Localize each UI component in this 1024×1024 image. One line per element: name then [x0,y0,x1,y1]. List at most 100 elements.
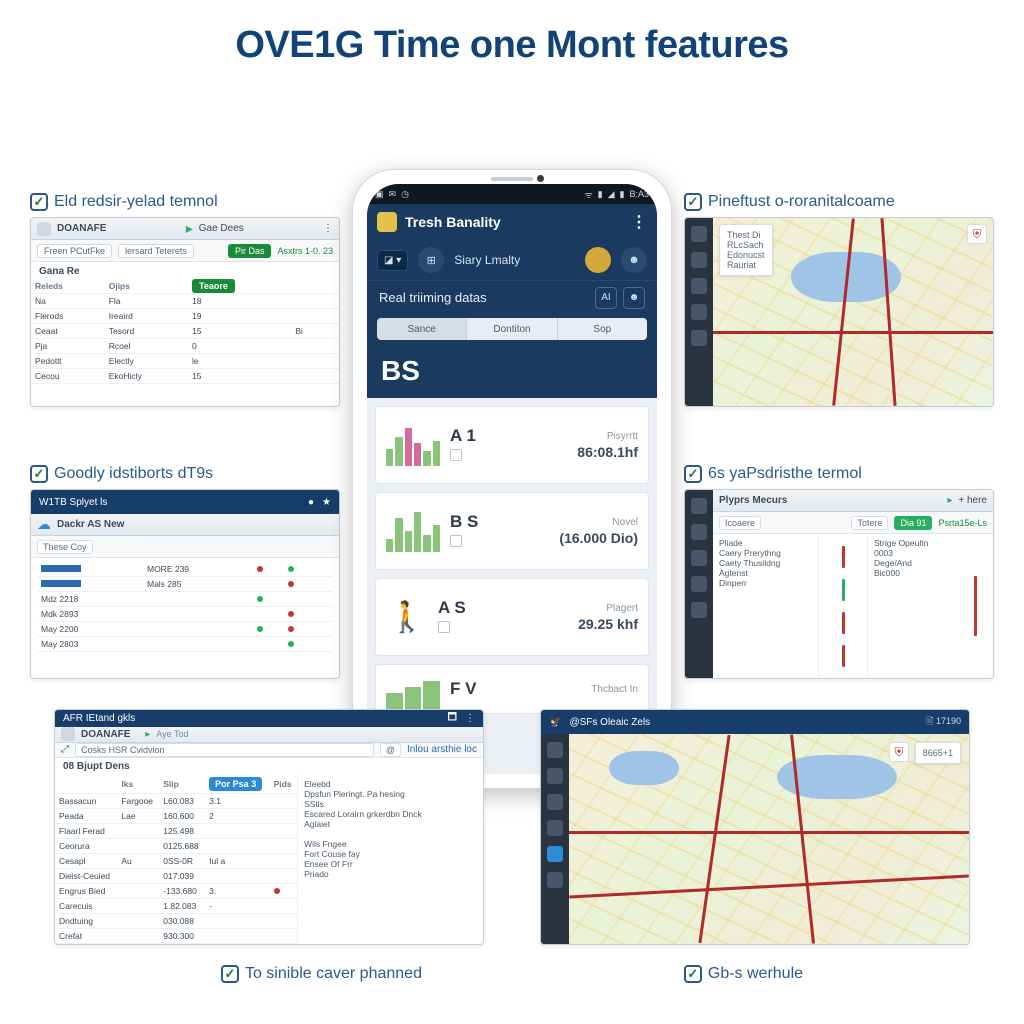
shield-icon[interactable]: ⛨ [889,742,909,762]
dot-icon: ● [308,497,314,508]
metric-card[interactable]: 🚶 A S Plagert29.25 khf [375,578,649,656]
tab[interactable]: Asxtrs 1-0. 23 [277,246,333,256]
caption: 6s yaPsdristhe termol [708,465,862,483]
tab[interactable]: Dia 91 [894,516,932,530]
metric-card[interactable]: B S Novel(16.000 Dio) [375,492,649,570]
tab[interactable]: Pir Das [228,244,272,258]
list-item: Bic000 [874,568,967,578]
label: Psrta15e-Ls [938,518,987,528]
table-row: PeadaLae160.6002 [55,809,297,824]
metric-card[interactable]: A 1 Pisyrrtt86:08.1hf [375,406,649,484]
kebab-icon[interactable]: ⋮ [323,223,333,234]
play-icon[interactable]: ▸ [145,729,150,740]
brand-sub: Aye Tod [156,729,188,739]
sparkline-icon [386,424,440,466]
shield-icon[interactable]: ⛨ [967,224,987,244]
dropdown[interactable]: ◪ ▾ [377,250,408,271]
panel-mid-right: ✓6s yaPsdristhe termol Plyprs Mecurs▸+ h… [684,465,994,679]
section-label: Gana Re [31,262,339,279]
section: 08 Bjupt Dens [55,758,483,775]
toolbar-item[interactable]: Freen PCutFke [37,244,112,258]
kebab-icon[interactable]: ⋮ [465,713,475,724]
app-icon [377,212,397,232]
avatar[interactable] [585,247,611,273]
table-row: PedotltElectlyle [31,354,339,369]
list-item: Dinperr [719,578,812,588]
play-label[interactable]: Gae Dees [199,223,244,234]
segment[interactable]: Sop [558,318,647,340]
table-row: Engrus Bied-133.6803. [55,884,297,899]
page-title: OVE1G Time one Mont features [0,0,1024,85]
list-item: 0003 [874,548,967,558]
table-row: NaFla18 [31,294,339,309]
map-canvas[interactable]: 8665+1 ⛨ [569,734,969,944]
table-row: CeaatTesord15Bi [31,324,339,339]
search-input[interactable]: Cosks HSR Cvidvion [75,743,374,757]
play-icon[interactable]: ▸ [186,220,193,237]
panel-top-right: ✓Pineftust o-roranitalcoame Thest Di RLc… [684,193,994,407]
wifi-icon: ᯤ [584,188,592,201]
map-sidebar [685,218,713,406]
list-item: Strige Opeultn [874,538,967,548]
table-row: Mals 285 [37,577,333,592]
walker-icon: 🚶 [386,592,428,642]
tab[interactable]: Totere [851,516,888,530]
link[interactable]: Inlou arsthie loc [407,744,477,755]
battery-icon: ▮ [620,189,625,200]
clock-icon: ◷ [401,189,409,200]
segment[interactable]: Dontiton [467,318,557,340]
play-icon[interactable]: ▸ [947,495,952,506]
tab[interactable]: Icoaere [719,516,761,530]
table-row: BassacunFargooeL60.0833.1 [55,794,297,809]
check-icon: ✓ [221,965,239,983]
table-row: Dndtuing030.088 [55,914,297,929]
list-item: Dege/And [874,558,967,568]
status-bar: ▣ ✉ ◷ ᯤ ▮ ◢ ▮ B:A3 [367,184,657,204]
map-canvas[interactable]: Thest Di RLcSach Edonucst Rauriat ⛨ [713,218,993,406]
table-row: Mdk 2893 [37,607,333,622]
calendar-icon[interactable]: 🗖 [448,710,458,727]
table-row: Dieist-Ceuied017.039 [55,869,297,884]
table-row: PjaRcoel0 [31,339,339,354]
square-icon: ▣ [375,189,384,200]
check-icon: ✓ [30,465,48,483]
app-icon [61,727,75,741]
signal-icon: ◢ [608,189,615,200]
segment[interactable]: Sance [377,318,467,340]
app-icon [37,222,51,236]
status-time: B:A3 [629,189,649,199]
table-row: Crefat930.300 [55,929,297,944]
caption: Pineftust o-roranitalcoame [708,193,895,211]
avatar[interactable]: ☻ [621,247,647,273]
table-row: May 2200 [37,622,333,637]
check-icon: ✓ [30,193,48,211]
play-label[interactable]: + here [958,495,987,506]
cloud-icon: ☁ [37,516,51,533]
kebab-icon[interactable]: ⋮ [631,212,647,232]
metric-card[interactable]: F V Thcbact In [375,664,649,714]
app-brand: DOANAFE [57,223,106,234]
caption: To sinible caver phanned [245,965,422,983]
caption: Gb-s werhule [708,965,803,983]
toolbar-item[interactable]: lersard Teterets [118,244,194,258]
nav-sidebar [685,490,713,678]
signal-icon: ▮ [598,189,603,200]
tab[interactable]: These Coy [37,540,93,554]
round-button[interactable]: ⊞ [418,247,444,273]
check-icon: ✓ [684,965,702,983]
data-table: IksSlipPor Psa 3Pids BassacunFargooeL60.… [55,775,297,944]
map-legend: Thest Di RLcSach Edonucst Rauriat [719,224,773,276]
list-item: Agtenst [719,568,812,578]
table-row: CesaplAu0SS-0RIul a [55,854,297,869]
map-sidebar [541,734,569,944]
star-icon: ★ [322,497,331,508]
map-pill: 8665+1 [915,742,961,764]
mail-icon: ✉ [389,189,397,200]
segmented-control[interactable]: Sance Dontiton Sop [367,314,657,344]
expand-icon[interactable]: ⤢ [61,744,69,755]
table-row: Ceorura0125.688 [55,839,297,854]
panel-bottom-right: 🦅@SFs Oleaic Zels🖹 17190 8665+1 ⛨ [540,709,970,945]
ai-button[interactable]: AI [595,287,617,309]
avatar-button[interactable]: ☻ [623,287,645,309]
list-item: Caety Thusildng [719,558,812,568]
